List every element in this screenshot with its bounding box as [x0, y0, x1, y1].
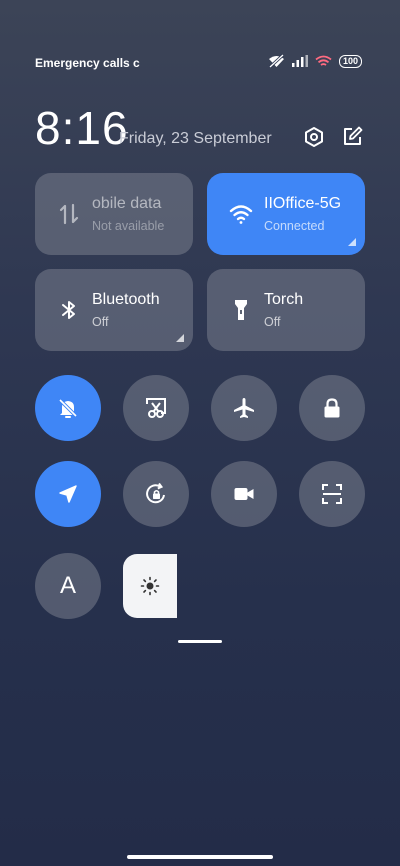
screen-recorder-toggle[interactable]	[211, 461, 277, 527]
signal-icon	[291, 55, 308, 67]
airplane-icon	[234, 398, 254, 418]
brightness-icon	[140, 576, 160, 596]
bluetooth-status: Off	[92, 315, 109, 329]
font-size-letter: A	[59, 572, 76, 599]
clock-time: 8:16	[35, 102, 129, 154]
torch-tile[interactable]: Torch Off	[207, 269, 365, 351]
silent-bell-icon	[58, 398, 78, 418]
status-bar: Emergency calls c 100	[35, 52, 362, 74]
screenshot-toggle[interactable]	[123, 375, 189, 441]
mobile-data-tile[interactable]: obile data Not available	[35, 173, 193, 255]
video-icon	[234, 488, 254, 500]
battery-icon: 100	[338, 54, 362, 68]
bluetooth-tile[interactable]: Bluetooth Off	[35, 269, 193, 351]
bluetooth-label: Bluetooth	[92, 291, 160, 308]
scanner-toggle[interactable]	[299, 461, 365, 527]
torch-icon	[235, 300, 247, 320]
screenshot-icon	[146, 398, 166, 418]
rotation-lock-icon	[146, 482, 165, 504]
rotation-lock-toggle[interactable]	[123, 461, 189, 527]
status-icons: 100	[268, 54, 362, 68]
wifi-tile[interactable]: IIOffice-5G Connected	[207, 173, 365, 255]
location-toggle[interactable]	[35, 461, 101, 527]
torch-label: Torch	[264, 291, 304, 308]
panel-drag-handle[interactable]	[178, 640, 222, 643]
mobile-data-icon	[59, 203, 79, 225]
mobile-data-status: Not available	[92, 219, 165, 233]
wifi-icon	[229, 205, 253, 224]
scan-icon	[322, 484, 342, 504]
location-icon	[59, 485, 77, 503]
bluetooth-icon	[62, 301, 75, 319]
font-size-toggle[interactable]: A	[35, 553, 101, 619]
brightness-slider[interactable]	[123, 554, 177, 618]
silent-mode-toggle[interactable]	[35, 375, 101, 441]
wifi-expand-corner-icon[interactable]	[348, 238, 356, 246]
mobile-data-label: obile data	[92, 195, 162, 212]
lock-screen-toggle[interactable]	[299, 375, 365, 441]
clock-date: Friday, 23 September	[119, 130, 272, 147]
home-indicator[interactable]	[127, 855, 273, 859]
wifi-network-name: IIOffice-5G	[264, 195, 342, 212]
edit-icon[interactable]	[341, 126, 363, 148]
airplane-mode-toggle[interactable]	[211, 375, 277, 441]
carrier-text: Emergency calls c	[35, 56, 140, 70]
torch-status: Off	[264, 315, 281, 329]
wifi-off-icon	[268, 54, 284, 68]
bluetooth-expand-corner-icon[interactable]	[176, 334, 184, 342]
wifi-status: Connected	[264, 219, 325, 233]
settings-icon[interactable]	[303, 126, 325, 148]
lock-icon	[324, 398, 340, 418]
wifi-icon	[315, 55, 332, 66]
